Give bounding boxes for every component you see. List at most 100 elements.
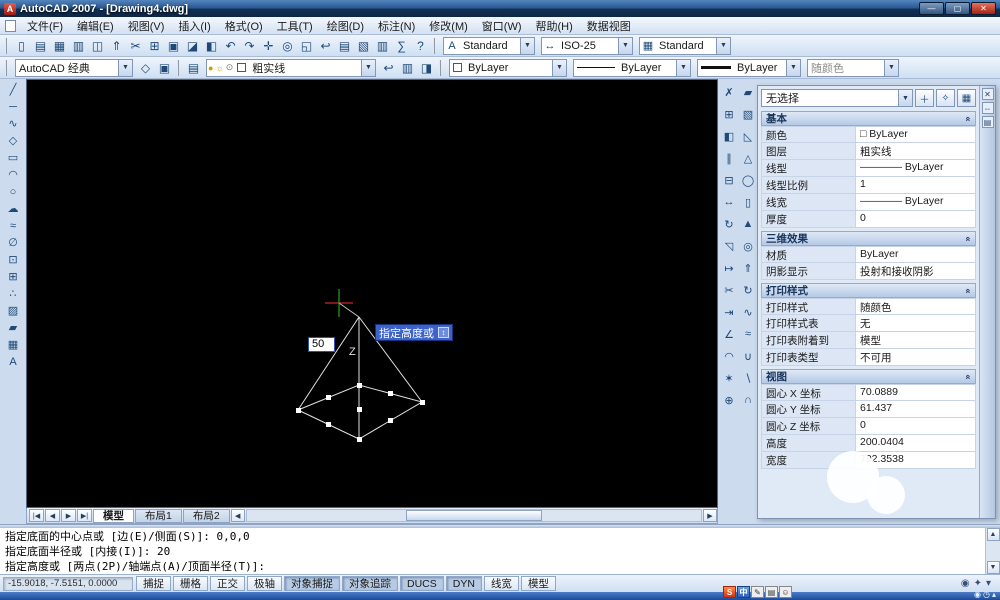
coordinates-display[interactable]: -15.9018, -7.5151, 0.0000 — [3, 577, 133, 591]
property-value[interactable]: 无 — [856, 315, 975, 331]
designcenter-icon[interactable]: ▧ — [354, 36, 373, 55]
hscroll-thumb[interactable] — [406, 510, 542, 521]
property-value[interactable]: 投射和接收阴影 — [856, 263, 975, 279]
text-style-combo[interactable]: A Standard ▼ — [443, 37, 535, 55]
property-row[interactable]: 打印样式 随颜色 — [761, 298, 976, 315]
property-row[interactable]: 高度 200.0404 — [761, 435, 976, 452]
move-icon[interactable]: ↔ — [720, 191, 738, 213]
property-value[interactable]: 61.437 — [856, 401, 975, 417]
open-icon[interactable]: ▤ — [31, 36, 50, 55]
lwt-toggle[interactable]: 线宽 — [484, 576, 519, 591]
property-row[interactable]: 打印表类型 不可用 — [761, 349, 976, 366]
color-combo[interactable]: ByLayer ▼ — [449, 59, 567, 77]
property-value[interactable]: □ ByLayer — [856, 127, 975, 142]
scale-icon[interactable]: ◹ — [720, 235, 738, 257]
chevron-down-icon[interactable]: ▼ — [618, 38, 632, 54]
zoom-previous-icon[interactable]: ↩ — [316, 36, 335, 55]
extend-icon[interactable]: ⇥ — [720, 301, 738, 323]
table-style-combo[interactable]: ▦ Standard ▼ — [639, 37, 731, 55]
explode-icon[interactable]: ✶ — [720, 367, 738, 389]
menu-edit[interactable]: 编辑(E) — [70, 17, 121, 35]
tray-icon-1[interactable]: ◉ — [974, 590, 981, 599]
property-value[interactable]: ———— ByLayer — [856, 160, 975, 176]
dyn-toggle[interactable]: DYN — [446, 576, 482, 591]
property-row[interactable]: 材质 ByLayer — [761, 246, 976, 263]
emoji-icon[interactable]: ☺ — [779, 586, 792, 598]
chevron-down-icon[interactable]: ▼ — [361, 60, 375, 76]
title-bar[interactable]: A AutoCAD 2007 - [Drawing4.dwg] — ▢ ✕ — [0, 0, 1000, 17]
tab-last-button[interactable]: ▶| — [77, 509, 92, 522]
join-icon[interactable]: ⊕ — [720, 389, 738, 411]
polyline-icon[interactable]: ∿ — [3, 115, 23, 132]
property-value[interactable]: 0 — [856, 211, 975, 227]
workspace-save-icon[interactable]: ▣ — [155, 58, 174, 77]
tab-first-button[interactable]: |◀ — [29, 509, 44, 522]
subtract-icon[interactable]: ∖ — [739, 367, 757, 389]
cut-icon[interactable]: ✂ — [126, 36, 145, 55]
rectangle-icon[interactable]: ▭ — [3, 149, 23, 166]
plot-icon[interactable]: ▥ — [69, 36, 88, 55]
workspace-settings-icon[interactable]: ◇ — [136, 58, 155, 77]
snap-toggle[interactable]: 捕捉 — [136, 576, 171, 591]
property-value[interactable]: 模型 — [856, 332, 975, 348]
chevron-down-icon[interactable]: ▼ — [676, 60, 690, 76]
polysolid-icon[interactable]: ▰ — [739, 81, 757, 103]
toolbar-grip[interactable] — [439, 60, 443, 76]
section-header-basic[interactable]: 基本 « — [761, 111, 976, 126]
copy-clip-icon[interactable]: ⊞ — [145, 36, 164, 55]
collapse-chevron-icon[interactable]: « — [963, 116, 973, 121]
property-row[interactable]: 圆心 Y 坐标 61.437 — [761, 401, 976, 418]
pen-icon[interactable]: ✎ — [751, 586, 764, 598]
scroll-down-icon[interactable]: ▼ — [987, 561, 1000, 574]
layer-lock-icon[interactable]: ⊙ — [226, 62, 234, 73]
match-properties-icon[interactable]: ◪ — [183, 36, 202, 55]
property-row[interactable]: 圆心 X 坐标 70.0889 — [761, 384, 976, 401]
stretch-icon[interactable]: ↦ — [720, 257, 738, 279]
command-prompt-line[interactable]: 指定高度或 [两点(2P)/轴端点(A)/顶面半径(T)]: — [5, 559, 981, 574]
chinese-mode-icon[interactable]: 中 — [737, 586, 750, 598]
property-row[interactable]: 阴影显示 投射和接收阴影 — [761, 263, 976, 280]
layer-previous-icon[interactable]: ↩ — [379, 58, 398, 77]
cone-icon[interactable]: △ — [739, 147, 757, 169]
property-row[interactable]: 线型 ———— ByLayer — [761, 160, 976, 177]
linetype-combo[interactable]: ByLayer ▼ — [573, 59, 691, 77]
tab-next-button[interactable]: ▶ — [61, 509, 76, 522]
property-value[interactable]: ByLayer — [856, 247, 975, 262]
mtext-icon[interactable]: A — [3, 353, 23, 370]
quick-calc-button[interactable]: ▦ — [957, 89, 976, 107]
layer-freeze-icon[interactable]: ☼ — [215, 63, 223, 73]
menu-tools[interactable]: 工具(T) — [270, 17, 320, 35]
layer-manager-icon[interactable]: ▤ — [184, 58, 203, 77]
wedge-icon[interactable]: ◺ — [739, 125, 757, 147]
palette-close-icon[interactable]: ✕ — [982, 88, 994, 100]
menu-dataview[interactable]: 数据视图 — [580, 17, 638, 35]
point-icon[interactable]: ∴ — [3, 285, 23, 302]
property-value[interactable]: 70.0889 — [856, 385, 975, 400]
chevron-down-icon[interactable]: ▼ — [520, 38, 534, 54]
layer-combo[interactable]: ● ☼ ⊙ 粗实线 ▼ — [206, 59, 376, 77]
property-value[interactable]: 1 — [856, 177, 975, 193]
zoom-window-icon[interactable]: ◱ — [297, 36, 316, 55]
trim-icon[interactable]: ✂ — [720, 279, 738, 301]
erase-icon[interactable]: ✗ — [720, 81, 738, 103]
section-header-plot[interactable]: 打印样式 « — [761, 283, 976, 298]
property-row[interactable]: 线宽 ———— ByLayer — [761, 194, 976, 211]
mirror-icon[interactable]: ◧ — [720, 125, 738, 147]
section-header-view[interactable]: 视图 « — [761, 369, 976, 384]
properties-icon[interactable]: ▤ — [335, 36, 354, 55]
toolbar-grip[interactable] — [177, 60, 181, 76]
save-icon[interactable]: ▦ — [50, 36, 69, 55]
property-value[interactable]: ———— ByLayer — [856, 194, 975, 210]
tray-icon-3[interactable]: ▴ — [992, 590, 996, 599]
menu-file[interactable]: 文件(F) — [20, 17, 70, 35]
intersect-icon[interactable]: ∩ — [739, 389, 757, 411]
pickadd-toggle-button[interactable]: ＋ — [915, 89, 934, 107]
close-button[interactable]: ✕ — [971, 2, 996, 15]
property-value[interactable]: 粗实线 — [856, 143, 975, 159]
publish-icon[interactable]: ⇑ — [107, 36, 126, 55]
torus-icon[interactable]: ◎ — [739, 235, 757, 257]
tab-layout2[interactable]: 布局2 — [183, 509, 230, 523]
chamfer-icon[interactable]: ∠ — [720, 323, 738, 345]
revolve-icon[interactable]: ↻ — [739, 279, 757, 301]
property-row[interactable]: 圆心 Z 坐标 0 — [761, 418, 976, 435]
